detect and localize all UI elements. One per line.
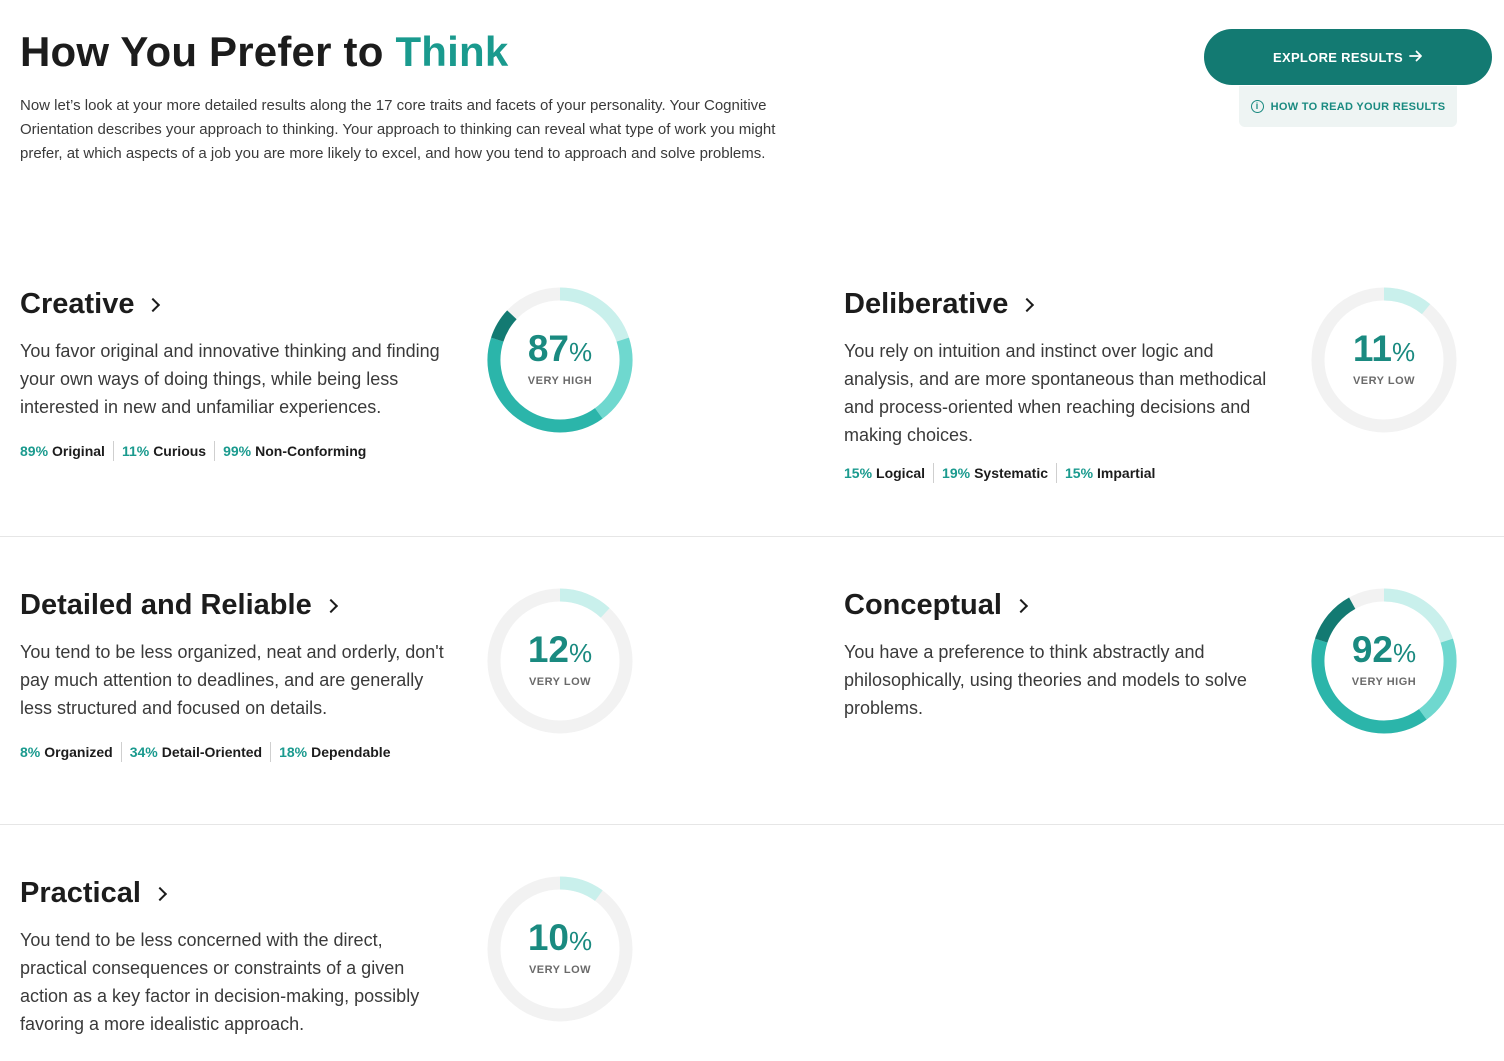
score-gauge-conceptual: 92% VERY HIGH <box>1310 587 1458 735</box>
info-icon: i <box>1250 100 1264 113</box>
facet-systematic[interactable]: 19% Systematic <box>933 463 1056 483</box>
facet-list: 15% Logical 19% Systematic 15% Impartial <box>844 463 1274 483</box>
gauge-level: VERY HIGH <box>527 374 593 387</box>
trait-title-conceptual[interactable]: Conceptual <box>844 587 1274 623</box>
facet-label: Logical <box>876 465 926 481</box>
trait-description: You have a preference to think abstractl… <box>844 642 1247 718</box>
facet-original[interactable]: 89% Original <box>20 441 113 461</box>
intro-text: Now let’s look at your more detailed res… <box>20 97 776 162</box>
trait-description: You rely on intuition and instinct over … <box>844 341 1267 445</box>
trait-practical: Practical You tend to be less concerned … <box>20 875 450 1038</box>
trait-deliberative: Deliberative You rely on intuition and i… <box>844 286 1274 483</box>
facet-label: Curious <box>153 443 207 459</box>
explore-results-label: EXPLORE RESULTS <box>1273 49 1403 65</box>
facet-detail-oriented[interactable]: 34% Detail-Oriented <box>120 742 270 762</box>
facet-label: Detail-Oriented <box>161 744 263 760</box>
chevron-right-icon <box>323 598 338 614</box>
facet-label: Dependable <box>311 744 391 760</box>
arrow-right-icon <box>1409 50 1423 65</box>
score-gauge-creative: 87% VERY HIGH <box>486 286 634 434</box>
trait-detailed-and-reliable: Detailed and Reliable You tend to be les… <box>20 587 450 762</box>
trait-name: Detailed and Reliable <box>20 588 312 621</box>
gauge-level: VERY LOW <box>528 963 592 976</box>
facet-pct: 15% <box>1065 465 1094 481</box>
facet-pct: 99% <box>223 443 252 459</box>
facet-logical[interactable]: 15% Logical <box>844 463 933 483</box>
facet-pct: 8% <box>20 744 41 760</box>
gauge-score: 12% <box>527 628 593 670</box>
chevron-right-icon <box>152 886 167 902</box>
how-to-read-results-link[interactable]: i HOW TO READ YOUR RESULTS <box>1239 86 1457 127</box>
trait-description: You favor original and innovative thinki… <box>20 341 440 417</box>
gauge-score: 87% <box>527 327 593 369</box>
score-gauge-detailed-and-reliable: 12% VERY LOW <box>486 587 634 735</box>
section-divider <box>0 824 1504 825</box>
trait-title-detailed-and-reliable[interactable]: Detailed and Reliable <box>20 587 450 623</box>
facet-curious[interactable]: 11% Curious <box>112 441 214 461</box>
score-gauge-deliberative: 11% VERY LOW <box>1310 286 1458 434</box>
facet-dependable[interactable]: 18% Dependable <box>270 742 398 762</box>
facet-impartial[interactable]: 15% Impartial <box>1056 463 1163 483</box>
facet-pct: 89% <box>20 443 49 459</box>
gauge-level: VERY LOW <box>1352 374 1416 387</box>
chevron-right-icon <box>1013 598 1028 614</box>
facet-pct: 15% <box>844 465 873 481</box>
trait-description: You tend to be less organized, neat and … <box>20 642 444 718</box>
gauge-score: 10% <box>527 916 593 958</box>
facet-list: 89% Original 11% Curious 99% Non-Conforming <box>20 441 450 461</box>
trait-name: Conceptual <box>844 588 1002 621</box>
trait-title-creative[interactable]: Creative <box>20 286 450 322</box>
facet-pct: 11% <box>121 443 150 459</box>
page-title-prefix: How You Prefer to <box>20 28 384 75</box>
page-title-accent: Think <box>395 28 509 75</box>
gauge-level: VERY HIGH <box>1351 675 1417 688</box>
trait-name: Deliberative <box>844 287 1009 320</box>
facet-label: Systematic <box>974 465 1049 481</box>
trait-name: Creative <box>20 287 135 320</box>
facet-label: Organized <box>44 744 113 760</box>
trait-name: Practical <box>20 876 141 909</box>
page-title: How You Prefer to Think <box>20 28 508 76</box>
how-to-read-label: HOW TO READ YOUR RESULTS <box>1270 100 1446 113</box>
score-gauge-practical: 10% VERY LOW <box>486 875 634 1023</box>
chevron-right-icon <box>1020 297 1035 313</box>
explore-results-button[interactable]: EXPLORE RESULTS <box>1204 29 1492 85</box>
facet-label: Non-Conforming <box>255 443 367 459</box>
gauge-score: 11% <box>1352 327 1416 369</box>
trait-conceptual: Conceptual You have a preference to thin… <box>844 587 1274 722</box>
facet-list: 8% Organized 34% Detail-Oriented 18% Depend… <box>20 742 450 762</box>
facet-pct: 34% <box>129 744 158 760</box>
trait-creative: Creative You favor original and innovati… <box>20 286 450 461</box>
trait-title-deliberative[interactable]: Deliberative <box>844 286 1274 322</box>
facet-label: Impartial <box>1097 465 1156 481</box>
facet-organized[interactable]: 8% Organized <box>20 742 121 762</box>
facet-pct: 19% <box>942 465 971 481</box>
chevron-right-icon <box>146 297 161 313</box>
facet-pct: 18% <box>279 744 308 760</box>
section-divider <box>0 536 1504 537</box>
facet-non-conforming[interactable]: 99% Non-Conforming <box>214 441 374 461</box>
gauge-score: 92% <box>1351 628 1417 670</box>
trait-description: You tend to be less concerned with the d… <box>20 930 420 1034</box>
trait-title-practical[interactable]: Practical <box>20 875 450 911</box>
gauge-level: VERY LOW <box>528 675 592 688</box>
facet-label: Original <box>52 443 105 459</box>
